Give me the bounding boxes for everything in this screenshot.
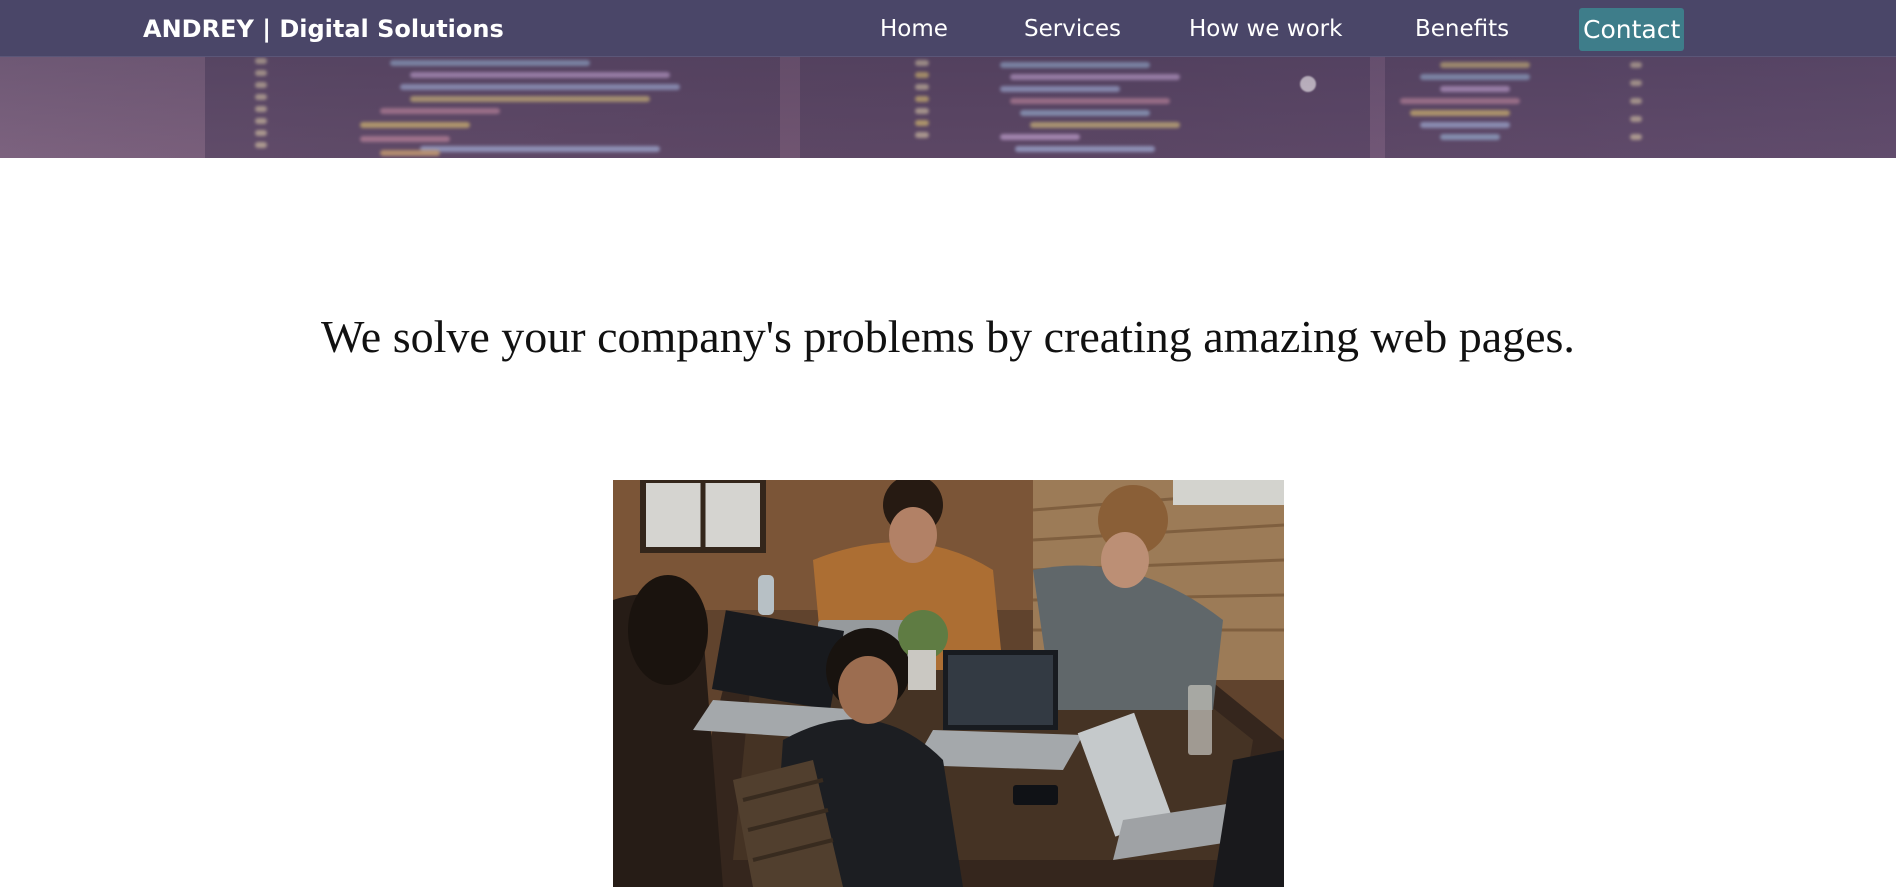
team-photo [613, 480, 1284, 887]
nav-how-we-work-link[interactable]: How we work [1189, 10, 1342, 48]
nav-home-link[interactable]: Home [880, 10, 948, 48]
page-headline: We solve your company's problems by crea… [321, 311, 1575, 362]
main-nav: Home Services How we work Benefits Conta… [0, 0, 1896, 57]
nav-benefits-link[interactable]: Benefits [1415, 10, 1509, 48]
nav-contact-link[interactable]: Contact [1579, 8, 1685, 51]
top-navbar: ANDREY | Digital Solutions Home Services… [0, 0, 1896, 57]
nav-services-link[interactable]: Services [1024, 10, 1121, 48]
